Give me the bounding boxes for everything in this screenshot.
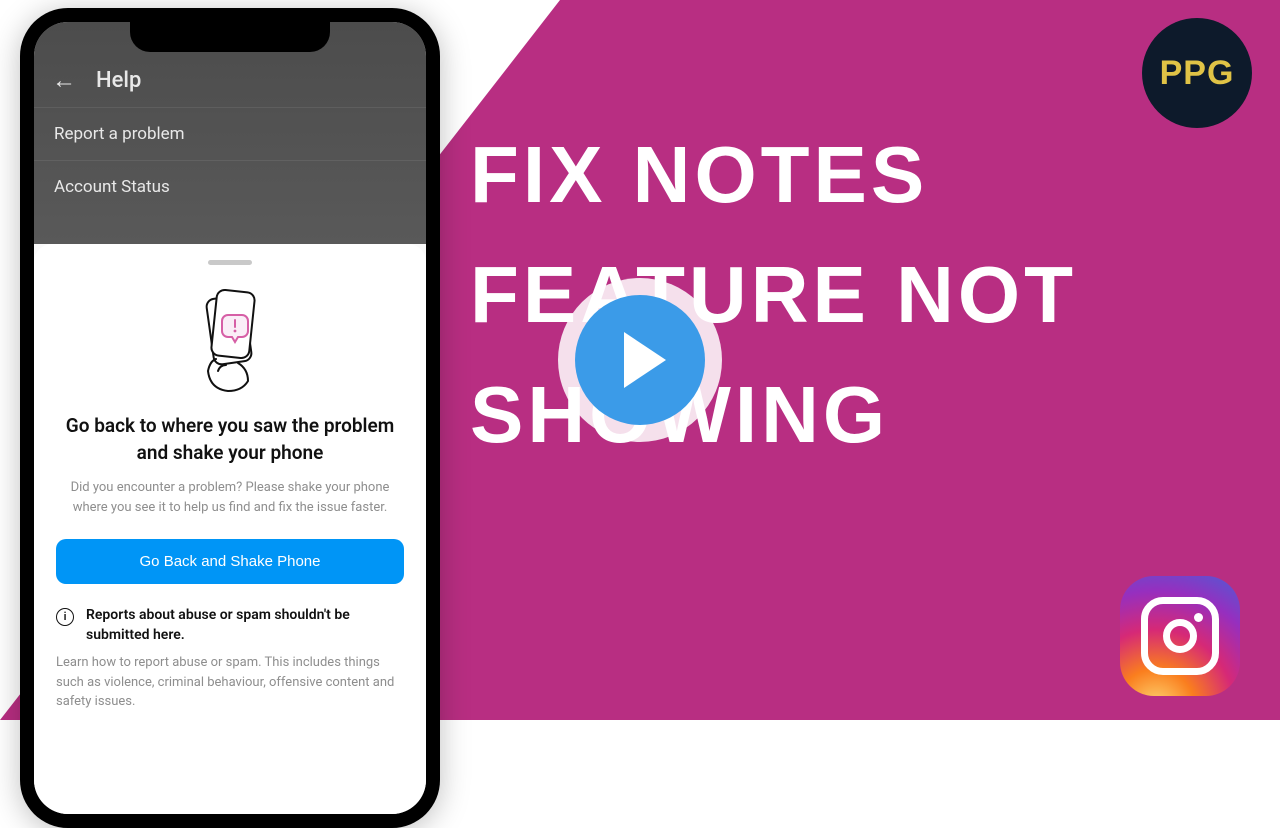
- play-ring: [558, 278, 722, 442]
- menu-item-label: Account Status: [54, 177, 170, 197]
- shake-phone-illustration: [180, 285, 280, 395]
- play-button[interactable]: [558, 278, 722, 442]
- help-page-background: ← Help Report a problem Account Status: [34, 22, 426, 244]
- help-header: ← Help: [34, 56, 426, 107]
- back-arrow-icon[interactable]: ←: [52, 66, 76, 95]
- phone-notch: [130, 22, 330, 52]
- phone-mockup: ← Help Report a problem Account Status: [20, 8, 440, 828]
- info-icon: i: [56, 608, 74, 626]
- ppg-text: PPG: [1160, 54, 1235, 93]
- menu-item-report-problem[interactable]: Report a problem: [34, 107, 426, 160]
- sheet-grabber[interactable]: [208, 260, 252, 265]
- info-title: Reports about abuse or spam shouldn't be…: [86, 606, 404, 645]
- bottom-sheet: Go back to where you saw the problem and…: [34, 244, 426, 814]
- ppg-logo-badge: PPG: [1142, 18, 1252, 128]
- play-circle: [575, 295, 705, 425]
- instagram-logo: [1120, 576, 1240, 696]
- info-subtext: Learn how to report abuse or spam. This …: [56, 653, 404, 712]
- sheet-subtitle: Did you encounter a problem? Please shak…: [56, 478, 404, 517]
- info-row: i Reports about abuse or spam shouldn't …: [56, 606, 404, 645]
- phone-screen: ← Help Report a problem Account Status: [34, 22, 426, 814]
- play-icon: [624, 332, 666, 388]
- page-title: Help: [96, 68, 141, 93]
- menu-item-account-status[interactable]: Account Status: [34, 160, 426, 213]
- go-back-shake-button[interactable]: Go Back and Shake Phone: [56, 539, 404, 584]
- menu-item-label: Report a problem: [54, 124, 185, 144]
- sheet-title: Go back to where you saw the problem and…: [56, 413, 404, 466]
- instagram-camera-icon: [1141, 597, 1219, 675]
